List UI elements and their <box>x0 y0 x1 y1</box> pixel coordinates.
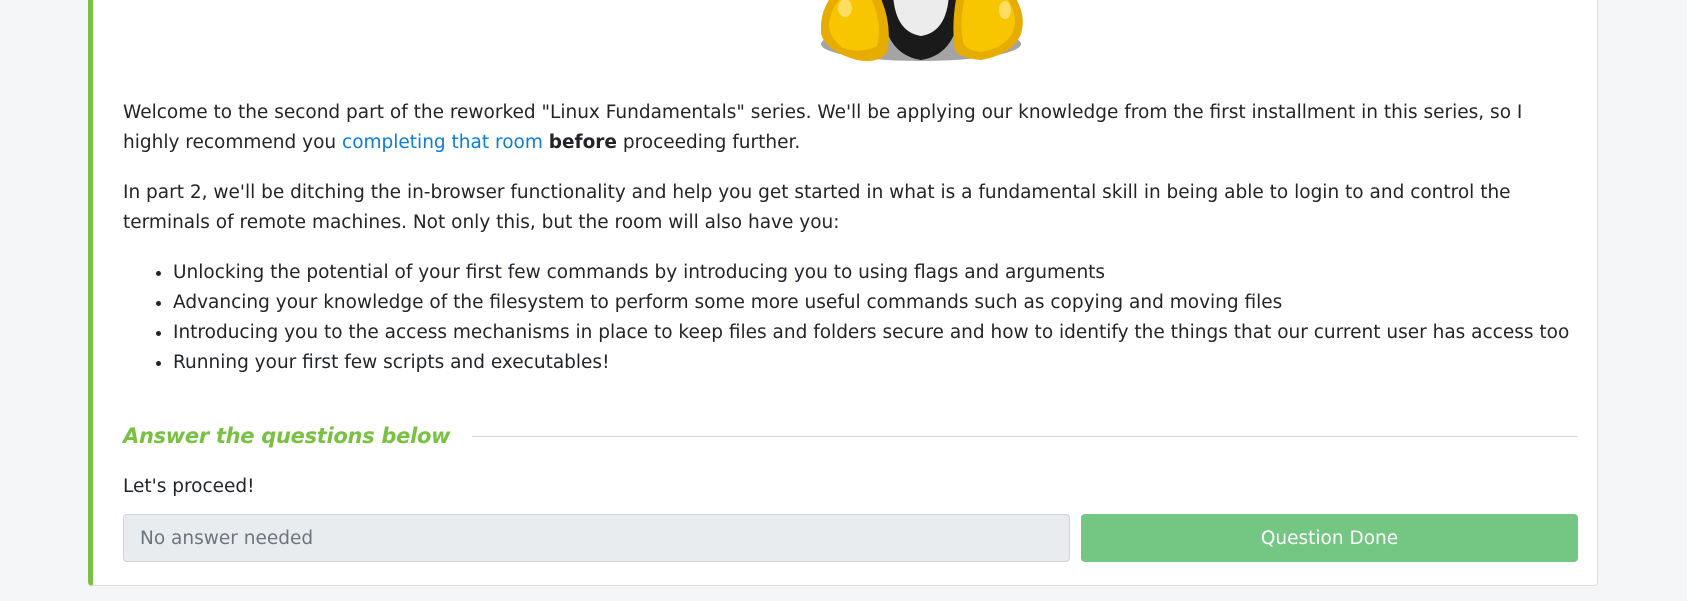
list-item: Introducing you to the access mechanisms… <box>173 318 1578 348</box>
intro-paragraph-1: Welcome to the second part of the rework… <box>123 98 1578 158</box>
answer-heading-row: Answer the questions below <box>123 418 1578 454</box>
intro-paragraph-2: In part 2, we'll be ditching the in-brow… <box>123 182 1511 233</box>
heading-divider <box>472 435 1578 437</box>
intro-text-after: proceeding further. <box>616 132 801 153</box>
answer-questions-heading: Answer the questions below <box>123 424 451 448</box>
task-content: Welcome to the second part of the rework… <box>123 98 1578 378</box>
answer-row: Question Done <box>123 514 1578 562</box>
question-done-button[interactable]: Question Done <box>1081 514 1578 562</box>
answer-input[interactable] <box>123 514 1070 562</box>
task-card: Welcome to the second part of the rework… <box>88 0 1598 586</box>
intro-bold-before: before <box>548 132 617 153</box>
list-item: Unlocking the potential of your first fe… <box>173 258 1578 288</box>
intro-text: Welcome to the second part of the rework… <box>123 102 1523 153</box>
objectives-list: Unlocking the potential of your first fe… <box>123 258 1578 378</box>
question-text: Let's proceed! <box>123 476 255 497</box>
completing-room-link[interactable]: completing that room <box>342 132 543 153</box>
tux-penguin-icon <box>821 0 1023 61</box>
list-item: Advancing your knowledge of the filesyst… <box>173 288 1578 318</box>
list-item: Running your first few scripts and execu… <box>173 348 1578 378</box>
